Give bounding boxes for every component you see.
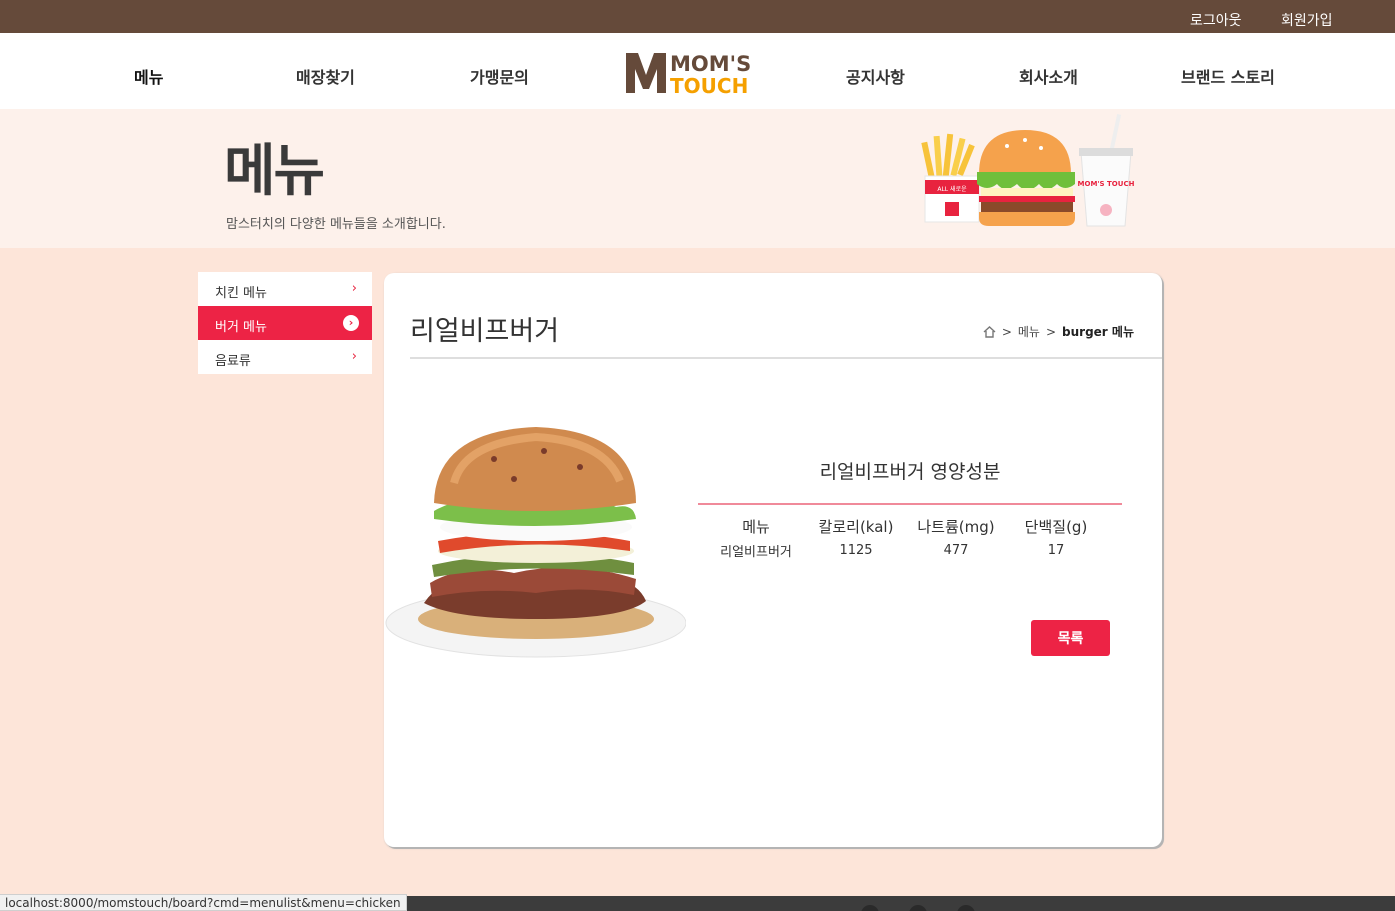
browser-status-url: localhost:8000/momstouch/board?cmd=menul… — [0, 894, 407, 911]
footer-social-icon[interactable] — [957, 905, 975, 911]
svg-text:MOM'S TOUCH: MOM'S TOUCH — [1078, 180, 1135, 188]
food-illustration: ALL 새로운 MOM'S TOUCH — [921, 114, 1135, 227]
nav-store-finder[interactable]: 매장찾기 — [296, 64, 355, 88]
table-header-row: 메뉴 칼로리(kal) 나트륨(mg) 단백질(g) — [706, 513, 1106, 539]
footer-social-icon[interactable] — [909, 905, 927, 911]
breadcrumb-separator: > — [1045, 324, 1057, 339]
list-button[interactable]: 목록 — [1031, 620, 1110, 656]
banner-subtitle: 맘스터치의 다양한 메뉴들을 소개합니다. — [226, 217, 446, 232]
cell-sodium: 477 — [943, 542, 969, 558]
logo-text-bottom: TOUCH — [670, 74, 748, 95]
page-banner: 메뉴 맘스터치의 다양한 메뉴들을 소개합니다. ALL 새로운 MOM'S T… — [0, 109, 1395, 248]
footer-social-icon[interactable] — [861, 905, 879, 911]
banner-title: 메뉴 — [224, 139, 325, 204]
top-bar: 로그아웃 회원가입 — [0, 0, 1395, 33]
burger-image — [385, 427, 686, 658]
column-header-menu: 메뉴 — [742, 517, 770, 536]
sidebar-item-label: 버거 메뉴 — [215, 320, 267, 335]
nutrition-divider — [698, 503, 1122, 505]
chevron-right-icon: › — [351, 281, 357, 296]
column-header-protein: 단백질(g) — [1024, 517, 1088, 536]
nav-franchise[interactable]: 가맹문의 — [470, 64, 529, 88]
table-row: 리얼비프버거 1125 477 17 — [706, 539, 1106, 561]
nutrition-title: 리얼비프버거 영양성분 — [819, 461, 1001, 483]
svg-text:ALL 새로운: ALL 새로운 — [937, 185, 967, 193]
sidebar-item-chicken[interactable]: 치킨 메뉴 › — [198, 272, 372, 306]
sidebar-item-label: 음료류 — [215, 354, 251, 369]
page-title: 리얼비프버거 — [410, 316, 560, 347]
nutrition-table: 메뉴 칼로리(kal) 나트륨(mg) 단백질(g) 리얼비프버거 1125 4… — [706, 513, 1106, 561]
chevron-right-icon: › — [351, 349, 357, 364]
main-nav: 메뉴 매장찾기 가맹문의 MOM'S TOUCH 공지사항 회사소개 브랜드 스… — [0, 33, 1395, 109]
nav-notice[interactable]: 공지사항 — [846, 64, 905, 88]
sidebar-menu: 치킨 메뉴 › 버거 메뉴 › 음료류 › — [198, 272, 372, 374]
logout-link[interactable]: 로그아웃 — [1190, 10, 1242, 30]
signup-link[interactable]: 회원가입 — [1281, 10, 1333, 30]
breadcrumb-separator: > — [1001, 324, 1012, 339]
breadcrumb: > 메뉴 > burger 메뉴 — [983, 323, 1134, 340]
moms-touch-logo[interactable]: MOM'S TOUCH — [624, 49, 754, 95]
cell-protein: 17 — [1047, 542, 1065, 558]
cell-menu: 리얼비프버거 — [720, 544, 792, 560]
menu-detail-panel: 리얼비프버거 > 메뉴 > burger 메뉴 리얼비프버거 영양성분 메뉴 칼… — [384, 273, 1162, 847]
column-header-sodium: 나트륨(mg) — [917, 517, 995, 536]
circle-chevron-right-icon: › — [343, 315, 359, 331]
breadcrumb-menu[interactable]: 메뉴 — [1018, 323, 1040, 340]
logo-m-shape — [626, 53, 666, 93]
burger-icon — [977, 130, 1075, 226]
nav-menu[interactable]: 메뉴 — [134, 64, 163, 88]
cell-calories: 1125 — [839, 542, 873, 558]
breadcrumb-current: burger 메뉴 — [1062, 325, 1134, 339]
fries-icon: ALL 새로운 — [921, 133, 980, 223]
home-icon[interactable] — [983, 325, 996, 338]
sidebar-item-drinks[interactable]: 음료류 › — [198, 340, 372, 374]
sidebar-item-burger[interactable]: 버거 메뉴 › — [198, 306, 372, 340]
column-header-calories: 칼로리(kal) — [818, 517, 894, 536]
nav-brand-story[interactable]: 브랜드 스토리 — [1181, 64, 1275, 88]
sidebar-item-label: 치킨 메뉴 — [215, 286, 267, 301]
logo-text-top: MOM'S — [670, 52, 751, 76]
nav-company[interactable]: 회사소개 — [1019, 64, 1078, 88]
drink-cup-icon: MOM'S TOUCH — [1078, 114, 1135, 227]
title-divider — [410, 357, 1162, 359]
